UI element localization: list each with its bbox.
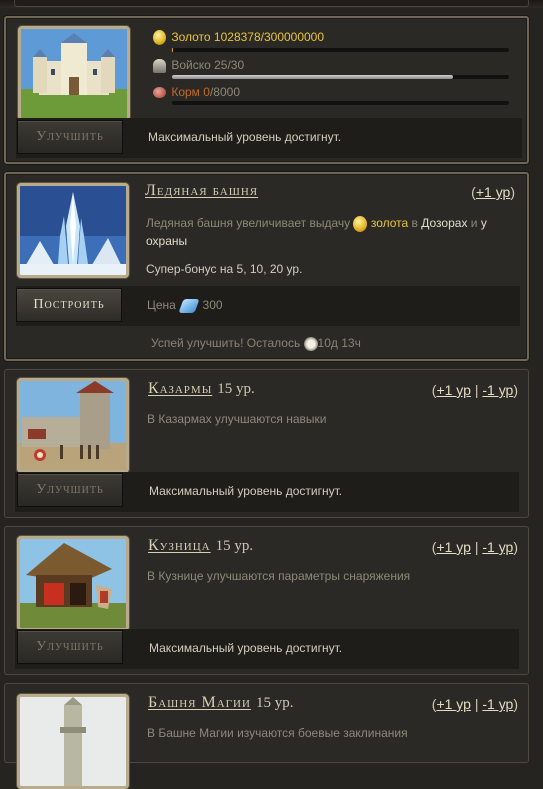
barracks-card: Казармы 15 ур. (+1 ур | -1 ур) В Казарма… (4, 369, 529, 518)
helmet-icon (153, 58, 166, 73)
forge-level: 15 ур. (215, 538, 254, 554)
castle-card: Золото 1028378/300000000 Войско 25/30 Ко… (4, 16, 529, 164)
desc-part1: Ледяная башня увеличивает выдачу (146, 216, 351, 230)
ice-tower-card: Ледяная башня (+1 ур) Ледяная башня увел… (4, 172, 529, 361)
magic-tower-card: Башня Магии 15 ур. (+1 ур | -1 ур) В Баш… (4, 683, 529, 789)
barracks-level: 15 ур. (217, 381, 255, 397)
barracks-max-level-message: Максимальный уровень достигнут. (149, 484, 343, 498)
magic-tower-title-text[interactable]: Башня Магии (148, 694, 251, 711)
ice-tower-plus-level-link[interactable]: +1 ур (476, 184, 510, 200)
clock-icon (303, 336, 318, 351)
ice-tower-level-links: (+1 ур) (471, 184, 515, 200)
link-separator: | (474, 696, 479, 712)
desc-part2: в (411, 216, 418, 230)
magic-tower-image (17, 694, 129, 789)
price-value: 300 (202, 298, 223, 312)
barracks-minus-level-link[interactable]: -1 ур (482, 382, 513, 398)
ice-tower-timer: Успей улучшить! Осталось 10д 13ч (151, 334, 361, 352)
forge-image (17, 536, 129, 631)
army-text: Войско 25/30 (171, 58, 245, 72)
desc-gold: золота (370, 216, 409, 230)
barracks-upgrade-button[interactable]: Улучшить (17, 473, 123, 507)
meat-icon (153, 87, 166, 99)
paren-close: ) (510, 184, 515, 200)
barracks-plus-level-link[interactable]: +1 ур (436, 382, 470, 398)
forge-level-links: (+1 ур | -1 ур) (432, 539, 518, 555)
timer-text: Успей улучшить! Осталось (151, 336, 301, 350)
barracks-title-text[interactable]: Казармы (148, 380, 212, 397)
forge-minus-level-link[interactable]: -1 ур (482, 539, 513, 555)
timer-value: 10д 13ч (317, 336, 361, 350)
food-value: 0 (203, 85, 210, 99)
gold-coin-icon (353, 215, 368, 232)
ice-tower-super-bonus: Супер-бонус на 5, 10, 20 ур. (146, 262, 303, 276)
army-bar (172, 75, 509, 79)
food-bar (172, 101, 509, 105)
food-label: Корм (171, 85, 200, 99)
gold-text: Золото 1028378/300000000 (171, 30, 325, 44)
barracks-level-links: (+1 ур | -1 ур) (432, 382, 518, 398)
ice-tower-price: Цена 300 (147, 296, 223, 314)
forge-upgrade-button[interactable]: Улучшить (17, 630, 123, 664)
forge-card: Кузница 15 ур. (+1 ур | -1 ур) В Кузнице… (4, 526, 529, 675)
barracks-image (17, 378, 129, 473)
crystal-icon (178, 298, 200, 313)
magic-tower-minus-level-link[interactable]: -1 ур (482, 696, 513, 712)
food-max: /8000 (209, 85, 240, 99)
price-label: Цена (147, 298, 176, 312)
army-resource: Войско 25/30 (153, 58, 244, 73)
barracks-description: В Казармах улучшаются навыки (147, 412, 327, 426)
food-resource: Корм 0/8000 (153, 85, 240, 99)
forge-max-level-message: Максимальный уровень достигнут. (149, 641, 343, 655)
ice-tower-image (17, 183, 129, 278)
forge-description: В Кузнице улучшаются параметры снаряжени… (147, 569, 411, 583)
ice-tower-build-button[interactable]: Построить (16, 288, 122, 322)
castle-image (18, 26, 130, 121)
forge-title-text[interactable]: Кузница (148, 537, 211, 554)
magic-tower-plus-level-link[interactable]: +1 ур (436, 696, 470, 712)
magic-tower-title: Башня Магии 15 ур. (148, 694, 293, 712)
ice-tower-title: Ледяная башня (145, 182, 258, 200)
castle-upgrade-button[interactable]: Улучшить (17, 120, 123, 154)
paren-close: ) (513, 539, 518, 555)
gold-resource: Золото 1028378/300000000 (153, 30, 325, 46)
army-bar-fill (172, 75, 453, 79)
link-separator: | (474, 382, 479, 398)
paren-close: ) (513, 382, 518, 398)
magic-tower-level: 15 ур. (255, 695, 294, 711)
magic-tower-description: В Башне Магии изучаются боевые заклинани… (147, 726, 408, 740)
desc-patrols: Дозорах (421, 216, 468, 230)
desc-part3: и (470, 216, 478, 230)
paren-close: ) (513, 696, 518, 712)
castle-max-level-message: Максимальный уровень достигнут. (148, 130, 342, 144)
top-frame-edge (0, 0, 543, 8)
gold-bar-fill (172, 48, 174, 52)
barracks-title: Казармы 15 ур. (148, 380, 255, 398)
ice-tower-title-text[interactable]: Ледяная башня (145, 182, 258, 199)
forge-plus-level-link[interactable]: +1 ур (436, 539, 470, 555)
link-separator: | (474, 539, 479, 555)
magic-tower-level-links: (+1 ур | -1 ур) (432, 696, 518, 712)
forge-title: Кузница 15 ур. (148, 537, 253, 555)
gold-bar (172, 48, 509, 52)
gold-coin-icon (153, 30, 166, 46)
ice-tower-description: Ледяная башня увеличивает выдачу золота … (146, 214, 516, 250)
